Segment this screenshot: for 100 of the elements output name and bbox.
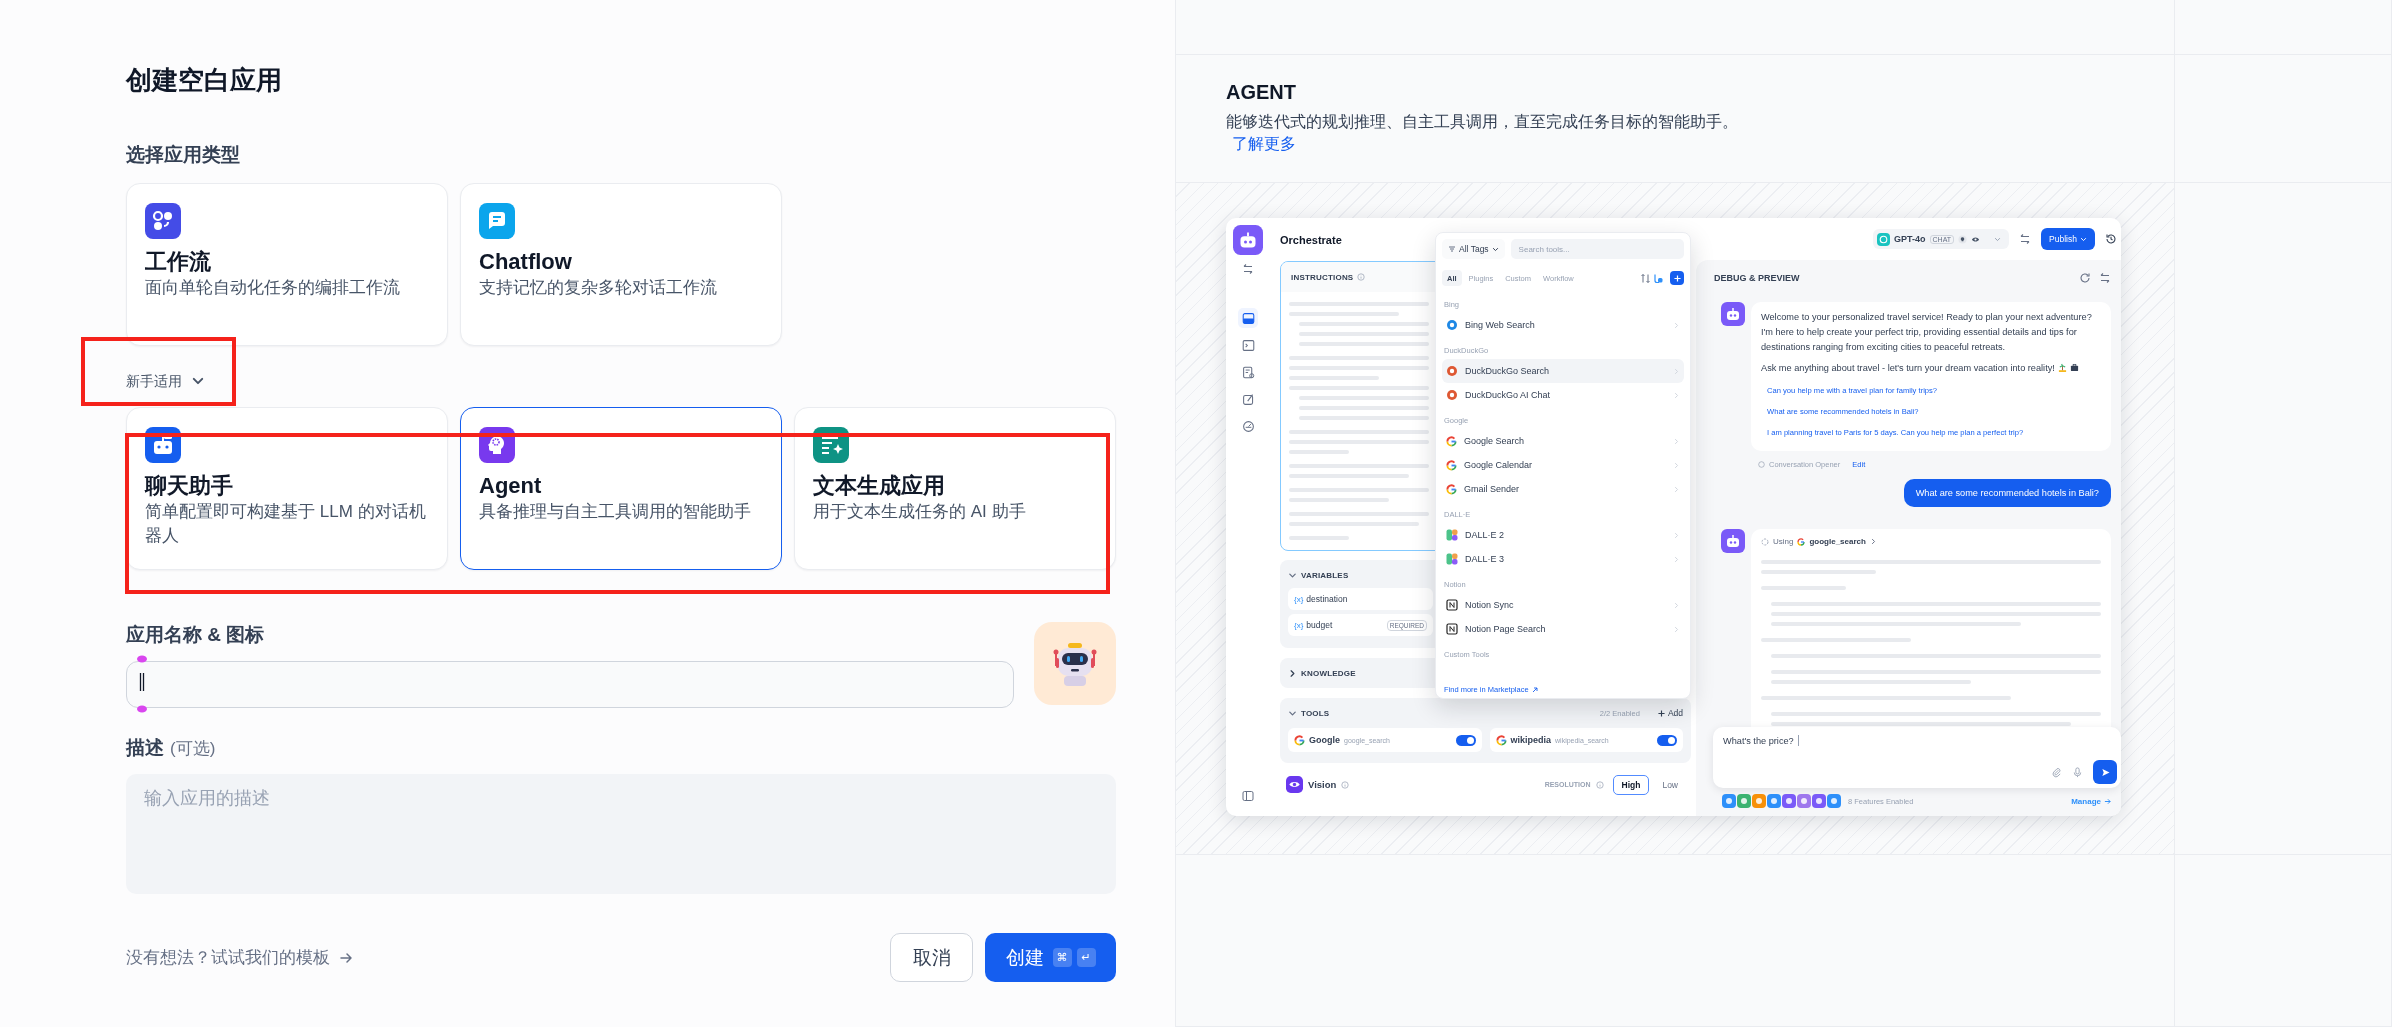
chevron-right-icon: [1673, 485, 1680, 493]
app-icon-button[interactable]: [1034, 622, 1116, 705]
tool-item[interactable]: DALL·E 2: [1442, 523, 1684, 547]
tool-item[interactable]: Gmail Sender: [1442, 477, 1684, 501]
feature-icon[interactable]: [1752, 794, 1766, 808]
logo-icon: [1294, 734, 1305, 746]
tool-item[interactable]: Bing Web Search: [1442, 313, 1684, 337]
variable-name: destination: [1306, 594, 1348, 604]
chat-input[interactable]: What's the price?: [1713, 727, 2121, 788]
app-type-card[interactable]: Chatflow 支持记忆的复杂多轮对话工作流: [460, 183, 782, 346]
info-icon: [1341, 780, 1350, 789]
logo-icon: [1446, 389, 1458, 401]
bulb-icon: [1958, 234, 1968, 244]
nav-button[interactable]: [1238, 308, 1258, 328]
cancel-button[interactable]: 取消: [890, 933, 973, 982]
app-type-name: 文本生成应用: [813, 472, 946, 500]
tool-item[interactable]: DuckDuckGo AI Chat: [1442, 383, 1684, 407]
tool-item[interactable]: Google Search: [1442, 429, 1684, 453]
section-label: 应用名称 & 图标: [126, 623, 266, 647]
chevron-right-icon: [1673, 367, 1680, 375]
swap-icon[interactable]: [2099, 271, 2111, 284]
send-icon: [2100, 767, 2110, 777]
optional-note: (可选): [170, 738, 216, 760]
logo-icon: [1446, 529, 1458, 541]
app-type-card[interactable]: Agent 具备推理与自主工具调用的智能助手: [460, 407, 782, 570]
logo-icon: [1446, 553, 1458, 565]
terminal-icon: [1241, 338, 1255, 352]
sort-icon[interactable]: [1640, 272, 1651, 284]
logo-icon: [1797, 537, 1806, 546]
tool-item[interactable]: Notion Page Search: [1442, 617, 1684, 641]
panel-label: VARIABLES: [1301, 570, 1349, 580]
resolution-option[interactable]: Low: [1653, 774, 1687, 795]
eye-icon: [1971, 234, 1981, 244]
variable-prefix: {x}: [1294, 620, 1304, 630]
chevron-right-icon: [1673, 625, 1680, 633]
panel-label: KNOWLEDGE: [1301, 668, 1356, 678]
arrow-up-right-icon: [1531, 686, 1538, 693]
section-title: Orchestrate: [1280, 232, 1342, 248]
app-type-description: 支持记忆的复杂多轮对话工作流: [479, 277, 718, 299]
plus-icon: [1673, 274, 1681, 282]
learn-more-link[interactable]: 了解更多: [1232, 133, 1296, 155]
info-icon: [1595, 780, 1604, 789]
app-type-description: 面向单轮自动化任务的编排工作流: [145, 277, 401, 299]
chevron-right-icon: [1673, 555, 1680, 563]
link-icon[interactable]: [1653, 272, 1664, 284]
paperclip-icon[interactable]: [2051, 766, 2062, 778]
feature-icon[interactable]: [1737, 794, 1751, 808]
feature-icon[interactable]: [1797, 794, 1811, 808]
tool-item[interactable]: Notion Sync: [1442, 593, 1684, 617]
create-button[interactable]: 创建 ⌘ ↵: [985, 933, 1116, 982]
chevron-right-icon: [1673, 601, 1680, 609]
shortcut-key: ↵: [1076, 948, 1096, 967]
template-link[interactable]: 没有想法？试试我们的模板: [126, 946, 354, 969]
app-type-description: 具备推理与自主工具调用的智能助手: [479, 501, 752, 523]
app-type-description: 用于文本生成任务的 AI 助手: [813, 501, 1027, 523]
page-title: 创建空白应用: [126, 64, 283, 97]
variable-row[interactable]: {x} destination: [1288, 588, 1433, 610]
panel-title: DEBUG & PREVIEW: [1714, 272, 1800, 283]
tool-item[interactable]: Google Calendar: [1442, 453, 1684, 477]
feature-icon[interactable]: [1827, 794, 1841, 808]
tool-item[interactable]: DALL·E 3: [1442, 547, 1684, 571]
app-type-name: 聊天助手: [145, 472, 234, 500]
feature-icon[interactable]: [1767, 794, 1781, 808]
app-type-card[interactable]: 聊天助手 简单配置即可构建基于 LLM 的对话机器人: [126, 407, 448, 570]
add-tool-button[interactable]: [1670, 271, 1684, 285]
refresh-icon[interactable]: [2079, 271, 2091, 284]
arrow-right-icon: [2104, 797, 2111, 805]
toggle-switch[interactable]: [1455, 734, 1476, 746]
chevron-down-icon: [2080, 235, 2087, 243]
chevron-right-icon: [1673, 461, 1680, 469]
app-type-card[interactable]: 文本生成应用 用于文本生成任务的 AI 助手: [794, 407, 1116, 570]
logo-icon: [1446, 365, 1458, 377]
variable-name: budget: [1306, 620, 1333, 630]
beginner-toggle[interactable]: 新手适用: [126, 371, 205, 391]
filter-icon: [1448, 245, 1456, 253]
model-logo-icon: [1877, 232, 1891, 246]
add-button[interactable]: Add: [1657, 708, 1683, 718]
description-field[interactable]: 输入应用的描述: [126, 774, 1116, 894]
toggle-switch[interactable]: [1657, 734, 1677, 746]
user-message: What are some recommended hotels in Bali?: [1903, 479, 2111, 507]
search-field[interactable]: Search tools...: [1510, 239, 1684, 259]
sidebar-toggle-icon[interactable]: [1242, 790, 1254, 802]
send-button[interactable]: [2093, 760, 2117, 784]
variable-prefix: {x}: [1294, 594, 1304, 604]
resolution-option[interactable]: High: [1612, 774, 1650, 795]
tag-filter[interactable]: All Tags: [1442, 239, 1505, 259]
history-icon[interactable]: [2105, 233, 2117, 245]
app-type-card[interactable]: 工作流 面向单轮自动化任务的编排工作流: [126, 183, 448, 346]
chevron-down-icon: [1994, 235, 2002, 243]
feature-icon[interactable]: [1782, 794, 1796, 808]
feature-icon[interactable]: [1812, 794, 1826, 808]
name-field[interactable]: [126, 660, 1014, 708]
publish-button[interactable]: Publish: [2041, 228, 2095, 250]
logo-icon: [1446, 483, 1457, 495]
tool-item[interactable]: DuckDuckGo Search: [1442, 359, 1684, 383]
feature-icon[interactable]: [1722, 794, 1736, 808]
chevron-right-icon: [1673, 531, 1680, 539]
microphone-icon[interactable]: [2072, 766, 2083, 778]
swap-icon[interactable]: [2019, 233, 2032, 245]
swap-icon[interactable]: [1242, 263, 1254, 275]
